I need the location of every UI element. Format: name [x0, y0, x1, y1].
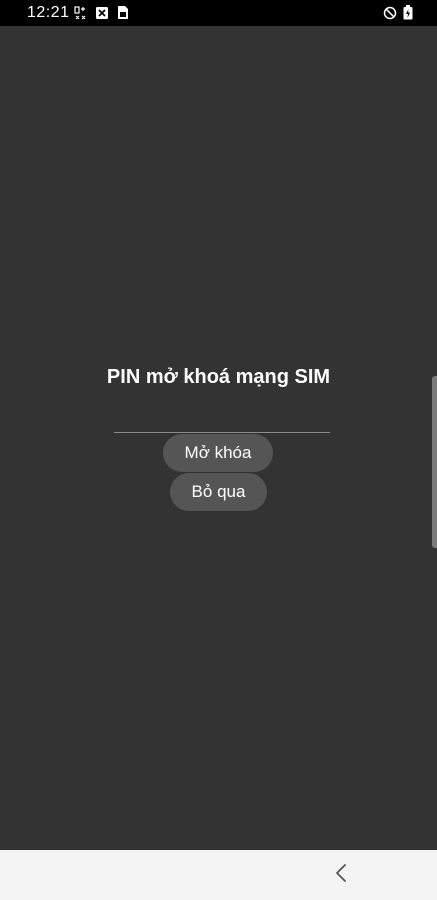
unlock-button[interactable]: Mở khóa	[163, 434, 273, 472]
chevron-left-icon	[334, 863, 348, 888]
status-icons-right	[383, 5, 413, 25]
sim-card-icon	[117, 5, 129, 25]
status-time: 12:21	[27, 4, 70, 21]
battery-charging-icon	[403, 5, 413, 25]
status-icons-left	[73, 5, 129, 25]
nfc-x-icon	[95, 6, 109, 25]
skip-button[interactable]: Bỏ qua	[170, 473, 267, 511]
status-bar: 12:21	[0, 0, 437, 26]
data-transfer-icon	[73, 5, 87, 25]
back-button[interactable]	[328, 862, 354, 888]
page-title: PIN mở khoá mạng SIM	[106, 366, 331, 388]
edge-panel-handle[interactable]	[432, 376, 437, 548]
pin-input[interactable]	[114, 400, 330, 433]
sim-unlock-screen: PIN mở khoá mạng SIM Mở khóa Bỏ qua	[0, 26, 437, 850]
do-not-disturb-icon	[383, 6, 397, 25]
navigation-bar	[0, 850, 437, 900]
